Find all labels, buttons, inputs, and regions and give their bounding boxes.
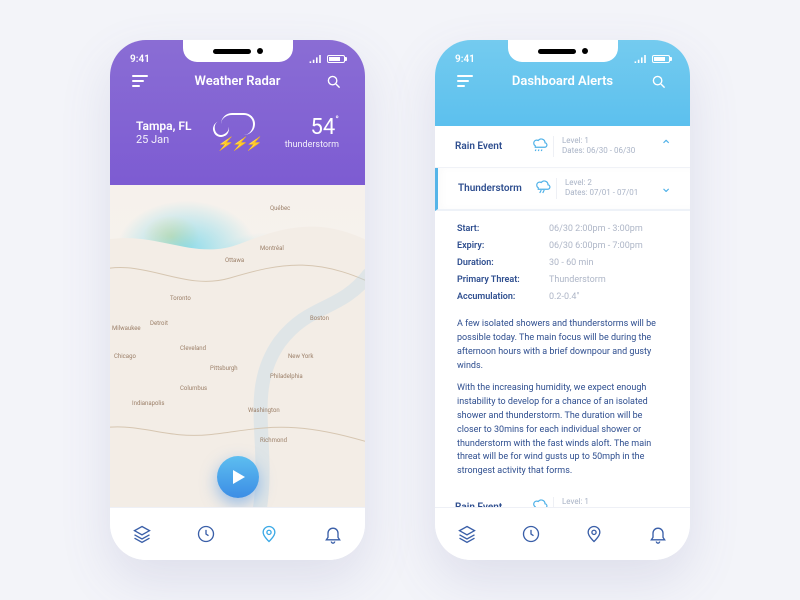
detail-key: Duration: bbox=[457, 255, 535, 272]
map-label: Richmond bbox=[260, 437, 287, 444]
tab-bar bbox=[110, 508, 365, 560]
detail-key: Primary Threat: bbox=[457, 272, 535, 289]
battery-icon bbox=[652, 55, 670, 63]
map-label: Boston bbox=[310, 315, 329, 322]
alert-row-thunderstorm[interactable]: Thunderstorm Level: 2 Dates: 07/01 - 07/… bbox=[435, 168, 690, 211]
map-label: Pittsburgh bbox=[210, 365, 238, 372]
map-label: Montréal bbox=[260, 245, 284, 252]
alert-paragraph: A few isolated showers and thunderstorms… bbox=[435, 310, 690, 374]
alert-row-rain[interactable]: Rain Event Level: 1 Dates: 06/30 - 06/30… bbox=[435, 126, 690, 168]
detail-val: 30 - 60 min bbox=[549, 255, 593, 272]
location-block: Tampa, FL 25 Jan bbox=[136, 119, 192, 146]
alert-level: Level: 1 bbox=[562, 497, 660, 507]
chevron-up-icon: ⌃ bbox=[660, 138, 672, 154]
map-label: Washington bbox=[248, 407, 280, 414]
temp-block: 54° thunderstorm bbox=[285, 115, 339, 150]
notch bbox=[183, 40, 293, 62]
alert-paragraph: With the increasing humidity, we expect … bbox=[435, 374, 690, 480]
search-icon[interactable] bbox=[650, 75, 668, 89]
chevron-down-icon: ⌄ bbox=[660, 500, 672, 508]
menu-icon[interactable] bbox=[457, 75, 475, 89]
chevron-down-icon: ⌄ bbox=[660, 180, 672, 196]
detail-val: 06/30 2:00pm - 3:00pm bbox=[549, 221, 643, 238]
alert-name: Thunderstorm bbox=[458, 183, 528, 194]
thunderstorm-icon bbox=[528, 179, 556, 198]
map-label: Chicago bbox=[114, 353, 136, 360]
alert-row-rain[interactable]: Rain Event Level: 1 Dates: 06/30 - 06/30… bbox=[435, 487, 690, 508]
signal-icon bbox=[634, 55, 648, 63]
status-time: 9:41 bbox=[455, 54, 475, 65]
map-label: Columbus bbox=[180, 385, 207, 392]
alert-dates: Dates: 06/30 - 06/30 bbox=[562, 146, 660, 156]
radar-screen: 9:41 Weather Radar Tampa, FL 25 Jan ⚡⚡⚡ … bbox=[110, 40, 365, 560]
tab-location[interactable] bbox=[584, 524, 604, 544]
alert-details: Start: 06/30 2:00pm - 3:00pm Expiry: 06/30… bbox=[435, 211, 690, 310]
map-label: New York bbox=[288, 353, 313, 360]
tab-bar bbox=[435, 508, 690, 560]
alerts-screen: 9:41 Dashboard Alerts Rain Event Level: … bbox=[435, 40, 690, 560]
tab-location[interactable] bbox=[259, 524, 279, 544]
rain-icon bbox=[525, 498, 553, 508]
map-label: Cleveland bbox=[180, 345, 206, 352]
map-label: Ottawa bbox=[225, 257, 244, 264]
location-name: Tampa, FL bbox=[136, 119, 192, 133]
notch bbox=[508, 40, 618, 62]
tab-layers[interactable] bbox=[457, 524, 477, 544]
detail-key: Expiry: bbox=[457, 238, 535, 255]
map-label: Indianapolis bbox=[132, 400, 164, 407]
detail-val: 06/30 6:00pm - 7:00pm bbox=[549, 238, 643, 255]
tab-alerts[interactable] bbox=[648, 524, 668, 544]
signal-icon bbox=[309, 55, 323, 63]
tab-history[interactable] bbox=[521, 524, 541, 544]
alert-dates: Dates: 07/01 - 07/01 bbox=[565, 188, 660, 198]
tab-alerts[interactable] bbox=[323, 524, 343, 544]
alert-level: Level: 1 bbox=[562, 136, 660, 146]
weather-icon: ⚡⚡⚡ bbox=[217, 113, 260, 152]
map-label: Milwaukee bbox=[112, 325, 141, 332]
map-label: Toronto bbox=[170, 295, 191, 302]
search-icon[interactable] bbox=[325, 75, 343, 89]
page-title: Dashboard Alerts bbox=[512, 74, 613, 89]
map-label: Québec bbox=[270, 205, 290, 212]
detail-val: Thunderstorm bbox=[549, 272, 606, 289]
temperature: 54 bbox=[311, 115, 336, 140]
location-date: 25 Jan bbox=[136, 133, 192, 146]
alert-name: Rain Event bbox=[455, 141, 525, 152]
tab-layers[interactable] bbox=[132, 524, 152, 544]
map-label: Philadelphia bbox=[270, 373, 303, 380]
page-title: Weather Radar bbox=[195, 74, 281, 89]
detail-key: Start: bbox=[457, 221, 535, 238]
menu-icon[interactable] bbox=[132, 75, 150, 89]
tab-history[interactable] bbox=[196, 524, 216, 544]
detail-val: 0.2-0.4" bbox=[549, 289, 579, 306]
alert-level: Level: 2 bbox=[565, 178, 660, 188]
status-time: 9:41 bbox=[130, 54, 150, 65]
rain-icon bbox=[525, 137, 553, 156]
alerts-body: Rain Event Level: 1 Dates: 06/30 - 06/30… bbox=[435, 126, 690, 508]
detail-key: Accumulation: bbox=[457, 289, 535, 306]
condition: thunderstorm bbox=[285, 140, 339, 150]
map-label: Detroit bbox=[150, 320, 168, 327]
play-button[interactable] bbox=[217, 456, 259, 498]
battery-icon bbox=[327, 55, 345, 63]
